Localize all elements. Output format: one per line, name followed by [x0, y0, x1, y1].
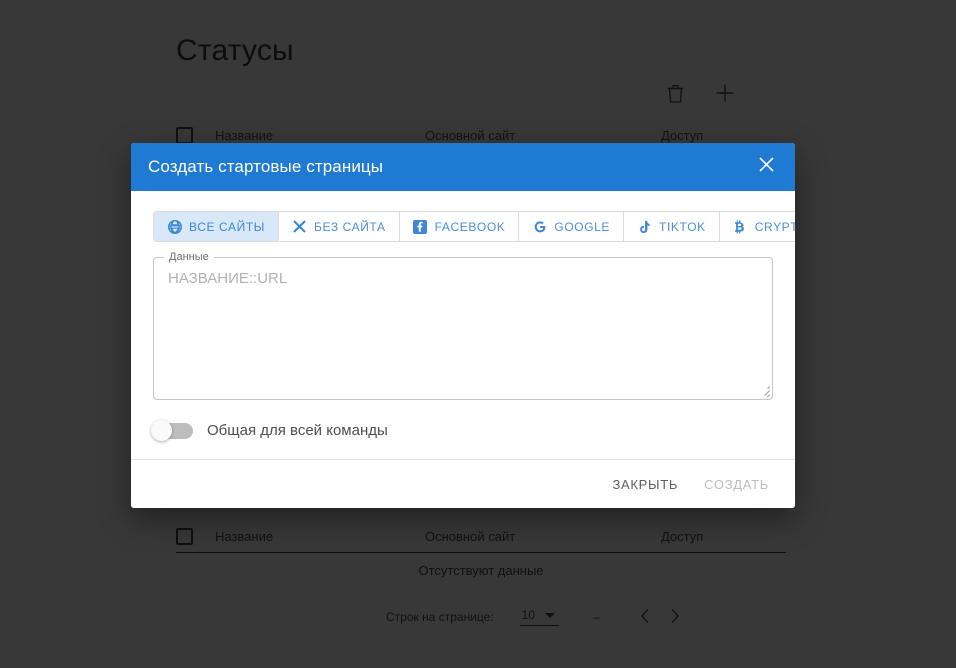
dialog-close-button[interactable] — [751, 152, 781, 182]
site-filter-tabs: ВСЕ САЙТЫ БЕЗ САЙТА — [153, 211, 795, 242]
tab-google[interactable]: GOOGLE — [519, 212, 624, 241]
tab-tiktok[interactable]: TIKTOK — [624, 212, 720, 241]
toggle-knob — [151, 420, 172, 441]
close-button[interactable]: ЗАКРЫТЬ — [602, 469, 688, 500]
dialog-title: Создать стартовые страницы — [148, 157, 383, 177]
shared-toggle[interactable] — [153, 423, 193, 439]
tab-label: TIKTOK — [659, 220, 706, 234]
dialog-body: ВСЕ САЙТЫ БЕЗ САЙТА — [131, 191, 795, 400]
tiktok-icon — [637, 219, 652, 234]
tab-label: БЕЗ САЙТА — [314, 220, 386, 234]
data-field: Данные — [153, 257, 773, 400]
tab-facebook[interactable]: FACEBOOK — [400, 212, 520, 241]
google-icon — [532, 219, 547, 234]
shared-toggle-row: Общая для всей команды — [131, 404, 795, 459]
create-start-pages-dialog: Создать стартовые страницы ВСЕ — [131, 143, 795, 508]
dialog-header: Создать стартовые страницы — [131, 143, 795, 191]
facebook-icon — [413, 219, 428, 234]
x-icon — [292, 219, 307, 234]
create-button[interactable]: СОЗДАТЬ — [694, 469, 779, 500]
app-root: Статусы — [0, 0, 956, 668]
tab-no-site[interactable]: БЕЗ САЙТА — [279, 212, 400, 241]
tab-label: GOOGLE — [554, 220, 610, 234]
bitcoin-icon — [733, 219, 748, 234]
dialog-footer: ЗАКРЫТЬ СОЗДАТЬ — [131, 459, 795, 508]
tab-all-sites[interactable]: ВСЕ САЙТЫ — [154, 212, 279, 241]
globe-icon — [167, 219, 182, 234]
tab-crypto[interactable]: CRYPTO — [720, 212, 795, 241]
tab-label: ВСЕ САЙТЫ — [189, 220, 265, 234]
shared-toggle-label: Общая для всей команды — [207, 422, 388, 439]
data-textarea[interactable] — [154, 258, 772, 399]
tab-label: FACEBOOK — [435, 220, 506, 234]
tab-label: CRYPTO — [755, 220, 795, 234]
close-icon — [757, 155, 776, 179]
